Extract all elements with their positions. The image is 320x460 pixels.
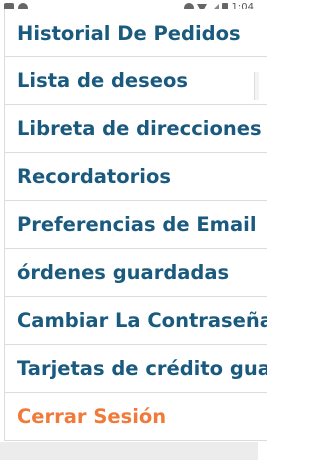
account-menu: Historial De Pedidos Lista de deseos Lib… xyxy=(4,9,267,441)
menu-item-label: Libreta de direcciones xyxy=(17,117,262,140)
menu-item-email-preferences[interactable]: Preferencias de Email xyxy=(5,201,267,249)
menu-item-order-history[interactable]: Historial De Pedidos xyxy=(5,9,267,57)
menu-item-label: Recordatorios xyxy=(17,165,171,188)
menu-item-change-password[interactable]: Cambiar La Contraseña xyxy=(5,297,267,345)
menu-item-label: Cambiar La Contraseña xyxy=(17,309,267,332)
menu-item-wishlist[interactable]: Lista de deseos xyxy=(5,57,267,105)
menu-item-saved-orders[interactable]: órdenes guardadas xyxy=(5,249,267,297)
menu-item-reminders[interactable]: Recordatorios xyxy=(5,153,267,201)
menu-item-label: Historial De Pedidos xyxy=(17,22,241,45)
menu-item-label: Tarjetas de crédito guar xyxy=(17,357,267,380)
menu-item-logout[interactable]: Cerrar Sesión xyxy=(5,393,267,441)
menu-item-label: órdenes guardadas xyxy=(17,261,230,284)
footer-band xyxy=(0,442,258,460)
menu-item-label: Preferencias de Email xyxy=(17,213,257,236)
background-page-edge xyxy=(254,72,259,100)
menu-item-label: Cerrar Sesión xyxy=(17,405,167,428)
menu-item-label: Lista de deseos xyxy=(17,69,188,92)
menu-item-credit-cards[interactable]: Tarjetas de crédito guar xyxy=(5,345,267,393)
menu-item-address-book[interactable]: Libreta de direcciones xyxy=(5,105,267,153)
